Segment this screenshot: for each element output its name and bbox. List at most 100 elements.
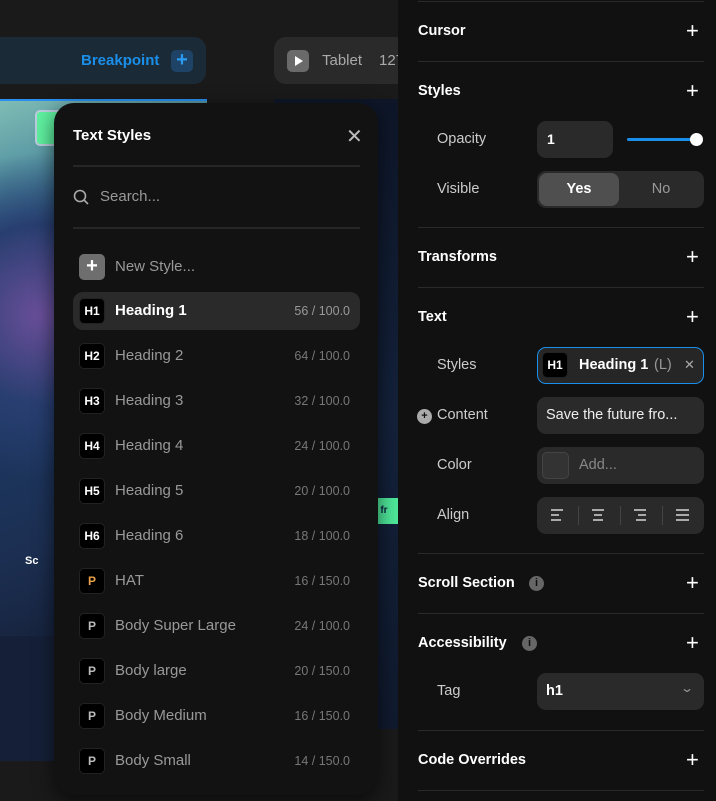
color-placeholder: Add... bbox=[579, 457, 617, 473]
styles-label: Styles bbox=[437, 357, 477, 373]
section-styles[interactable]: Styles bbox=[418, 83, 461, 99]
search-input[interactable] bbox=[100, 188, 340, 205]
style-name: Body Super Large bbox=[115, 617, 236, 634]
add-breakpoint-button[interactable]: + bbox=[171, 50, 193, 72]
align-label: Align bbox=[437, 507, 470, 523]
add-transform-icon[interactable]: + bbox=[686, 246, 699, 268]
style-badge: P bbox=[79, 703, 105, 729]
section-code-overrides[interactable]: Code Overrides bbox=[418, 752, 526, 768]
breakpoint-label[interactable]: Breakpoint bbox=[81, 52, 159, 69]
text-styles-popup: Text Styles ✕ + New Style... H1 Heading … bbox=[54, 103, 378, 795]
style-size: 14 / 150.0 bbox=[294, 754, 350, 768]
style-size: 16 / 150.0 bbox=[294, 709, 350, 723]
style-name: Heading 1 bbox=[579, 357, 649, 373]
text-style-selector[interactable]: H1 Heading 1 (L) ✕ bbox=[537, 347, 704, 384]
add-style-icon[interactable]: + bbox=[686, 80, 699, 102]
section-transforms[interactable]: Transforms bbox=[418, 249, 497, 265]
info-icon[interactable]: i bbox=[522, 636, 537, 651]
add-accessibility-icon[interactable]: + bbox=[686, 632, 699, 654]
add-scroll-icon[interactable]: + bbox=[686, 572, 699, 594]
section-accessibility[interactable]: Accessibility bbox=[418, 635, 507, 651]
new-style-label: New Style... bbox=[115, 258, 196, 275]
text-style-item[interactable]: H5 Heading 5 20 / 100.0 bbox=[73, 472, 360, 510]
clear-style-icon[interactable]: ✕ bbox=[684, 357, 695, 373]
style-size: 32 / 100.0 bbox=[294, 394, 350, 408]
content-label: Content bbox=[437, 407, 488, 423]
style-badge: H1 bbox=[542, 352, 568, 378]
search-icon bbox=[73, 189, 89, 205]
align-left-icon[interactable] bbox=[551, 509, 565, 521]
style-name: Heading 4 bbox=[115, 437, 184, 454]
section-scroll[interactable]: Scroll Section bbox=[418, 575, 515, 591]
style-name: Body large bbox=[115, 662, 187, 679]
divider bbox=[418, 61, 704, 62]
text-style-item[interactable]: P Body Medium 16 / 150.0 bbox=[73, 697, 360, 735]
style-size: 24 / 100.0 bbox=[294, 619, 350, 633]
align-center-icon[interactable] bbox=[592, 509, 606, 521]
style-size: 56 / 100.0 bbox=[294, 304, 350, 318]
new-style-button[interactable]: + New Style... bbox=[73, 248, 360, 286]
popup-title: Text Styles bbox=[73, 127, 152, 144]
text-style-item[interactable]: H1 Heading 1 56 / 100.0 bbox=[73, 292, 360, 330]
text-style-item[interactable]: P Body Small 14 / 150.0 bbox=[73, 742, 360, 780]
style-name: Heading 6 bbox=[115, 527, 184, 544]
add-content-icon[interactable]: + bbox=[417, 409, 432, 424]
style-badge: H4 bbox=[79, 433, 105, 459]
align-justify-icon[interactable] bbox=[676, 509, 690, 521]
style-badge: P bbox=[79, 658, 105, 684]
text-style-item[interactable]: H3 Heading 3 32 / 100.0 bbox=[73, 382, 360, 420]
text-style-item[interactable]: H2 Heading 2 64 / 100.0 bbox=[73, 337, 360, 375]
visible-toggle: Yes No bbox=[537, 171, 704, 208]
style-name: Heading 1 bbox=[115, 302, 187, 319]
close-icon[interactable]: ✕ bbox=[346, 124, 363, 149]
tag-value: h1 bbox=[546, 683, 563, 699]
add-text-icon[interactable]: + bbox=[686, 306, 699, 328]
visible-yes-button[interactable]: Yes bbox=[539, 173, 619, 206]
text-style-item[interactable]: H6 Heading 6 18 / 100.0 bbox=[73, 517, 360, 555]
section-cursor[interactable]: Cursor bbox=[418, 23, 466, 39]
visible-no-button[interactable]: No bbox=[621, 173, 701, 206]
divider bbox=[418, 553, 704, 554]
style-badge: P bbox=[79, 568, 105, 594]
opacity-slider[interactable] bbox=[627, 138, 696, 141]
opacity-slider-handle[interactable] bbox=[690, 133, 703, 146]
location-text: Sc bbox=[25, 555, 39, 567]
divider bbox=[418, 1, 704, 2]
play-icon[interactable] bbox=[287, 50, 309, 72]
color-input[interactable]: Add... bbox=[537, 447, 704, 484]
opacity-label: Opacity bbox=[437, 131, 487, 147]
style-badge: P bbox=[79, 748, 105, 774]
color-swatch[interactable] bbox=[542, 452, 569, 479]
add-code-override-icon[interactable]: + bbox=[686, 749, 699, 771]
add-cursor-icon[interactable]: + bbox=[686, 20, 699, 42]
plus-icon: + bbox=[79, 254, 105, 280]
text-style-item[interactable]: P Body Super Large 24 / 100.0 bbox=[73, 607, 360, 645]
style-name: Heading 3 bbox=[115, 392, 184, 409]
style-name: Heading 5 bbox=[115, 482, 184, 499]
style-name: Body Small bbox=[115, 752, 191, 769]
info-icon[interactable]: i bbox=[529, 576, 544, 591]
divider bbox=[73, 165, 360, 167]
text-style-item[interactable]: H4 Heading 4 24 / 100.0 bbox=[73, 427, 360, 465]
divider bbox=[418, 227, 704, 228]
properties-panel: Cursor + Styles + Opacity 1 Visible Yes … bbox=[398, 0, 716, 801]
content-input[interactable]: Save the future fro... bbox=[537, 397, 704, 434]
section-text[interactable]: Text bbox=[418, 309, 447, 325]
style-badge: H3 bbox=[79, 388, 105, 414]
tag-select[interactable]: h1 ⌄ bbox=[537, 673, 704, 710]
style-size: 20 / 100.0 bbox=[294, 484, 350, 498]
style-name: HAT bbox=[115, 572, 144, 589]
style-size: 18 / 100.0 bbox=[294, 529, 350, 543]
opacity-input[interactable]: 1 bbox=[537, 121, 613, 158]
chevron-down-icon: ⌄ bbox=[679, 681, 695, 695]
divider bbox=[418, 730, 704, 731]
align-buttons bbox=[537, 497, 704, 534]
text-style-item[interactable]: P Body large 20 / 150.0 bbox=[73, 652, 360, 690]
divider bbox=[73, 227, 360, 229]
divider bbox=[418, 790, 704, 791]
color-label: Color bbox=[437, 457, 472, 473]
align-right-icon[interactable] bbox=[634, 509, 648, 521]
style-badge: H6 bbox=[79, 523, 105, 549]
style-size: 20 / 150.0 bbox=[294, 664, 350, 678]
text-style-item[interactable]: P HAT 16 / 150.0 bbox=[73, 562, 360, 600]
